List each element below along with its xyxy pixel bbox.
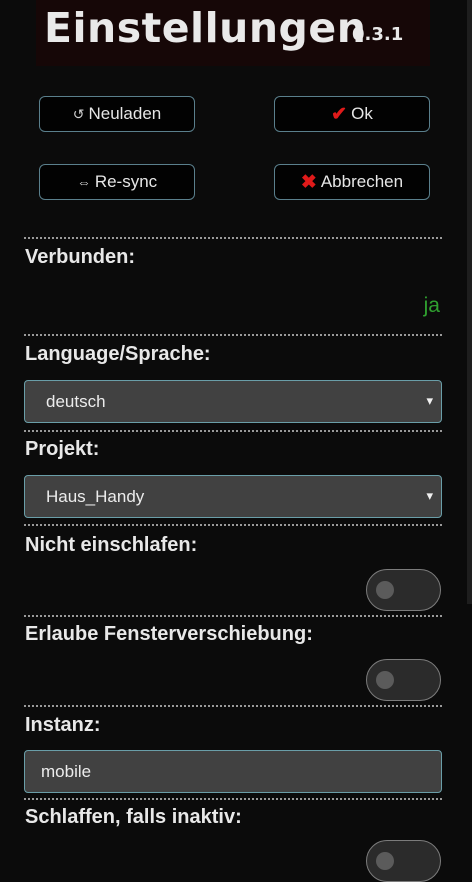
language-select-value: deutsch — [46, 391, 106, 411]
toggle-knob — [376, 852, 394, 870]
ok-button[interactable]: ✔ Ok — [274, 96, 430, 132]
divider — [24, 524, 442, 526]
ok-button-label: Ok — [351, 104, 373, 123]
cancel-button[interactable]: ✖ Abbrechen — [274, 164, 430, 200]
connected-label: Verbunden: — [25, 246, 136, 268]
scrollbar[interactable] — [467, 0, 472, 604]
divider — [24, 334, 442, 336]
resync-button[interactable]: ⇔ Re-sync — [39, 164, 195, 200]
reload-icon: ↺ — [72, 105, 85, 122]
language-select[interactable]: deutsch ▾ — [24, 380, 442, 423]
project-select[interactable]: Haus_Handy ▾ — [24, 475, 442, 518]
instance-input[interactable]: mobile — [24, 750, 442, 793]
reload-button-label: Neuladen — [88, 104, 162, 123]
toggle-knob — [376, 581, 394, 599]
chevron-down-icon: ▾ — [426, 393, 433, 408]
instance-input-value: mobile — [41, 761, 92, 781]
cancel-button-label: Abbrechen — [320, 172, 404, 191]
language-label: Language/Sprache: — [25, 343, 211, 365]
divider — [24, 430, 442, 432]
keep-awake-label: Nicht einschlafen: — [25, 534, 198, 556]
project-label: Projekt: — [25, 438, 100, 460]
page-title: Einstellungen — [44, 4, 367, 52]
allow-window-move-toggle[interactable] — [366, 659, 441, 701]
sleep-when-inactive-label: Schlaffen, falls inaktiv: — [25, 806, 242, 828]
keep-awake-toggle[interactable] — [366, 569, 441, 611]
instance-label: Instanz: — [25, 714, 101, 736]
cross-icon: ✖ — [300, 171, 317, 193]
chevron-down-icon: ▾ — [426, 488, 433, 503]
version-label: 0.3.1 — [352, 24, 404, 45]
allow-window-move-label: Erlaube Fensterverschiebung: — [25, 623, 313, 645]
divider — [24, 798, 442, 800]
project-select-value: Haus_Handy — [46, 486, 145, 506]
divider — [24, 705, 442, 707]
sleep-when-inactive-toggle[interactable] — [366, 840, 441, 882]
divider — [24, 237, 442, 239]
divider — [24, 615, 442, 617]
checkmark-icon: ✔ — [331, 103, 348, 125]
connected-status-value: ja — [423, 294, 440, 317]
toggle-knob — [376, 671, 394, 689]
resync-button-label: Re-sync — [94, 172, 158, 191]
reload-button[interactable]: ↺ Neuladen — [39, 96, 195, 132]
left-right-arrow-icon: ⇔ — [76, 174, 91, 190]
